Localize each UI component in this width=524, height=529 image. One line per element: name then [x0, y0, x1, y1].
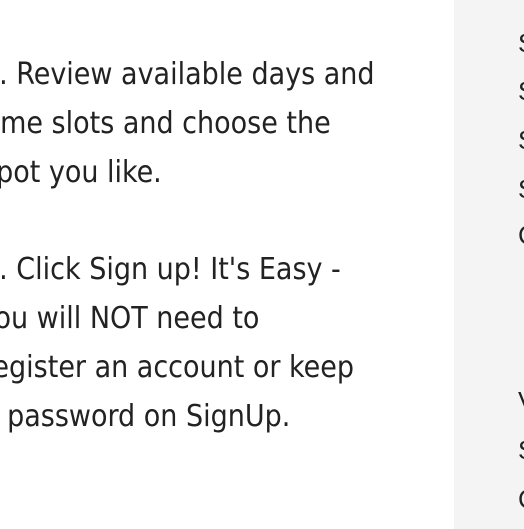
step-3-line-2: time slots and choose the — [0, 106, 331, 141]
sidebar-clipped-letter: S — [518, 437, 524, 463]
step-3-line-3: spot you like. — [0, 155, 162, 190]
sidebar-clipped-letter: S — [518, 78, 524, 104]
step-4-line-1: 4. Click Sign up! It's Easy - — [0, 252, 341, 287]
step-4: 4. Click Sign up! It's Easy - You will N… — [0, 245, 442, 441]
sidebar-clipped-letter: S — [518, 127, 524, 153]
step-4-line-4: a password on SignUp. — [0, 399, 291, 434]
page: 3. Review available days and time slots … — [0, 0, 524, 529]
step-4-line-2: You will NOT need to — [0, 301, 260, 336]
sidebar-panel: S S S S C V S C — [454, 0, 524, 529]
sidebar-clipped-letter: S — [518, 176, 524, 202]
instruction-steps: 3. Review available days and time slots … — [0, 50, 442, 441]
step-4-line-3: register an account or keep — [0, 350, 354, 385]
sidebar-clipped-letter: S — [518, 30, 524, 56]
step-3-line-1: 3. Review available days and — [0, 57, 375, 92]
sidebar-clipped-letter: V — [518, 388, 524, 414]
step-3: 3. Review available days and time slots … — [0, 50, 442, 197]
sidebar-clipped-letter: C — [518, 486, 524, 512]
sidebar-clipped-letter: C — [518, 222, 524, 248]
